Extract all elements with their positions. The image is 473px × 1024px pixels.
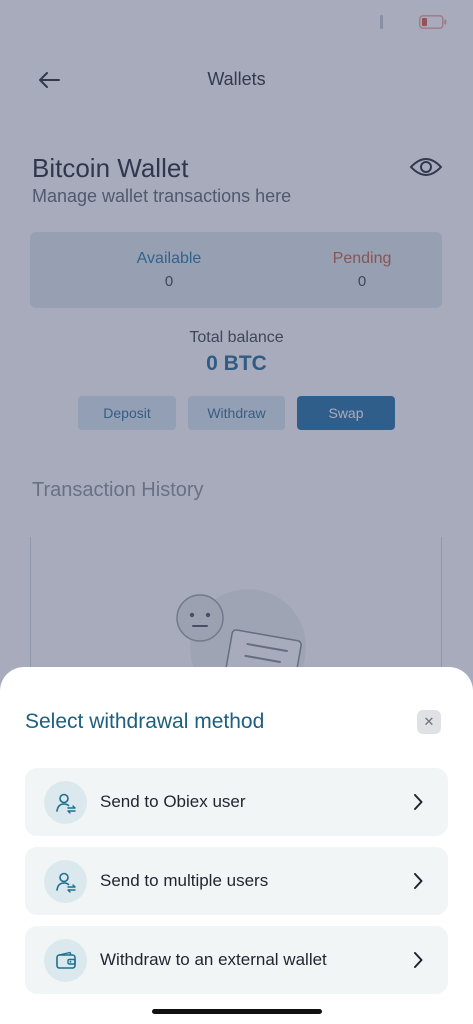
user-transfer-icon [44,860,87,903]
close-button[interactable]: ✕ [417,710,441,734]
option-withdraw-to-external-wallet[interactable]: Withdraw to an external wallet [25,926,448,994]
user-transfer-icon [44,781,87,824]
option-send-to-multiple-users[interactable]: Send to multiple users [25,847,448,915]
home-indicator[interactable] [152,1009,322,1014]
wallet-screen: 00:28 Wallets Bitcoin Wallet Manage wall… [0,0,473,1024]
option-label: Send to multiple users [100,871,269,890]
chevron-right-icon [410,869,426,893]
chevron-right-icon [410,948,426,972]
wallet-icon [44,939,87,982]
close-icon: ✕ [423,714,435,729]
sheet-title: Select withdrawal method [25,710,265,733]
option-send-to-obiex-user[interactable]: Send to Obiex user [25,768,448,836]
withdrawal-method-sheet: Select withdrawal method ✕ Send to Obiex… [0,667,473,1024]
option-label: Send to Obiex user [100,792,246,811]
option-label: Withdraw to an external wallet [100,950,327,969]
chevron-right-icon [410,790,426,814]
